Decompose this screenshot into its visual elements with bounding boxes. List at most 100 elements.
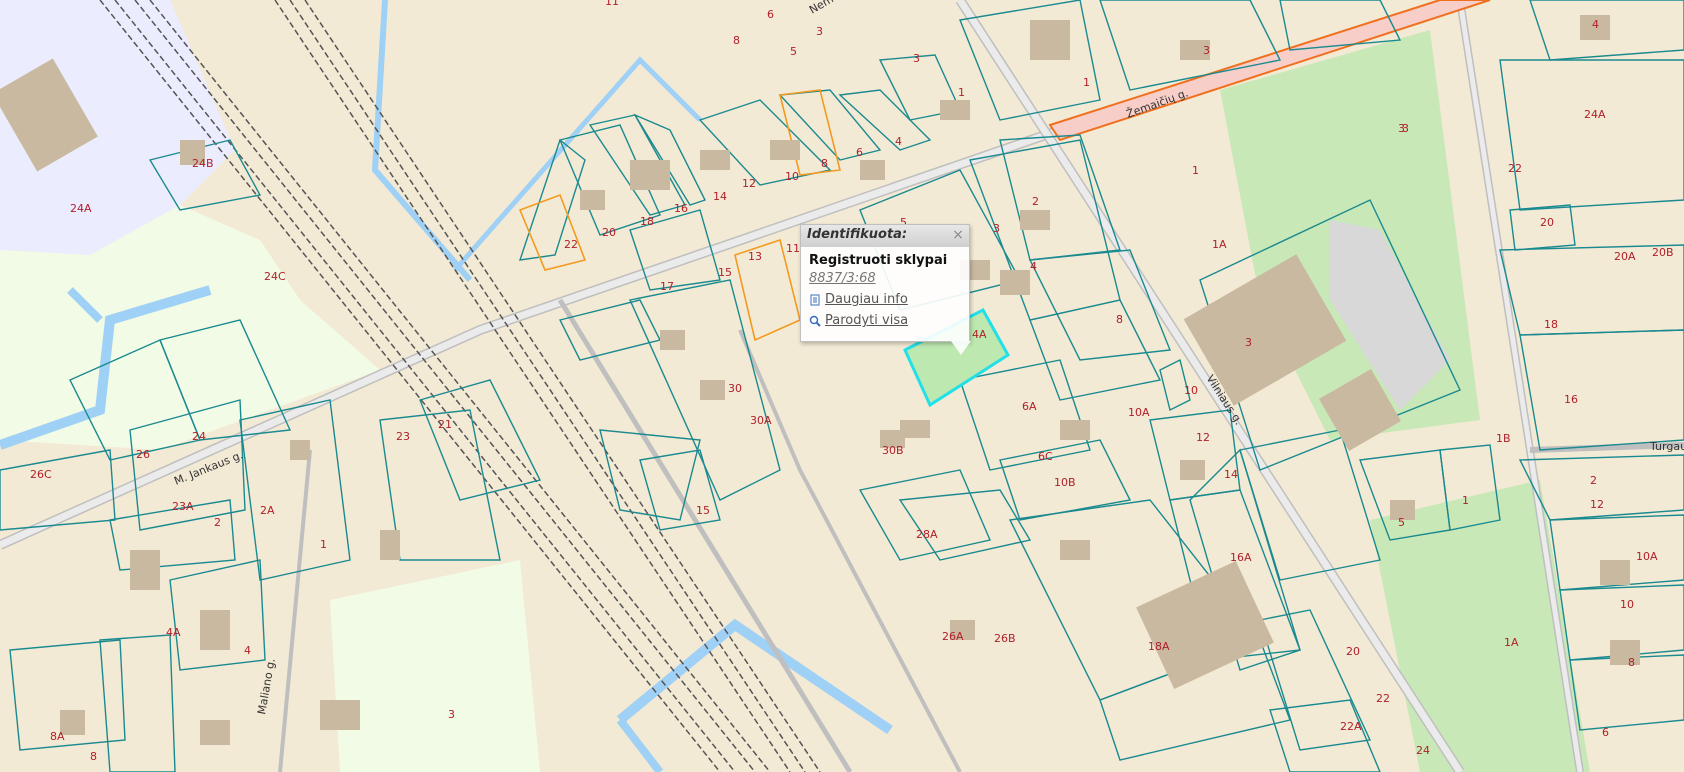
green-zone-2 (330, 560, 540, 772)
parcel-id-link[interactable]: 8837/3:68 (809, 271, 961, 286)
svg-text:24: 24 (1416, 744, 1430, 757)
svg-text:26B: 26B (994, 632, 1016, 645)
svg-text:20: 20 (1540, 216, 1554, 229)
svg-text:1: 1 (1192, 164, 1199, 177)
svg-text:16A: 16A (1230, 551, 1252, 564)
svg-text:4: 4 (1030, 260, 1037, 273)
svg-text:12: 12 (1196, 431, 1210, 444)
svg-text:3: 3 (993, 222, 1000, 235)
svg-text:14: 14 (713, 190, 727, 203)
svg-text:8: 8 (821, 157, 828, 170)
svg-text:26: 26 (136, 448, 150, 461)
svg-text:10A: 10A (1128, 406, 1150, 419)
svg-text:28A: 28A (916, 528, 938, 541)
popup-header: Identifikuota: (801, 225, 969, 247)
more-info-link[interactable]: Daugiau info (809, 292, 961, 307)
svg-text:5: 5 (1398, 516, 1405, 529)
svg-text:10: 10 (1184, 384, 1198, 397)
svg-text:17: 17 (660, 280, 674, 293)
svg-text:4: 4 (895, 135, 902, 148)
svg-text:22: 22 (564, 238, 578, 251)
svg-text:Nem: Nem (807, 0, 836, 17)
svg-text:2: 2 (1590, 474, 1597, 487)
svg-text:30B: 30B (882, 444, 904, 457)
svg-text:12: 12 (742, 177, 756, 190)
show-all-link[interactable]: Parodyti visa (809, 313, 961, 328)
svg-text:6A: 6A (1022, 400, 1037, 413)
svg-text:Maliano g.: Maliano g. (255, 657, 278, 715)
svg-text:8A: 8A (50, 730, 65, 743)
svg-text:16: 16 (674, 202, 688, 215)
svg-text:11: 11 (786, 242, 800, 255)
svg-text:24C: 24C (264, 270, 286, 283)
svg-text:16: 16 (1564, 393, 1578, 406)
svg-text:30: 30 (728, 382, 742, 395)
svg-text:1: 1 (1462, 494, 1469, 507)
svg-text:6C: 6C (1038, 450, 1053, 463)
svg-text:1: 1 (958, 86, 965, 99)
svg-text:3: 3 (913, 52, 920, 65)
svg-text:8: 8 (1628, 656, 1635, 669)
show-all-label: Parodyti visa (825, 313, 909, 328)
svg-text:20: 20 (1346, 645, 1360, 658)
svg-text:23: 23 (396, 430, 410, 443)
svg-text:15: 15 (696, 504, 710, 517)
svg-text:4A: 4A (166, 626, 181, 639)
svg-text:24A: 24A (70, 202, 92, 215)
svg-text:3: 3 (448, 708, 455, 721)
svg-text:Turgau: Turgau (1649, 440, 1684, 453)
svg-text:24: 24 (192, 430, 206, 443)
popup-body: Registruoti sklypai 8837/3:68 Daugiau in… (801, 247, 969, 334)
svg-text:8: 8 (90, 750, 97, 763)
svg-text:3: 3 (1245, 336, 1252, 349)
svg-text:20A: 20A (1614, 250, 1636, 263)
svg-text:3: 3 (816, 25, 823, 38)
svg-text:21: 21 (438, 418, 452, 431)
popup-pointer (951, 341, 971, 355)
svg-text:2: 2 (214, 516, 221, 529)
svg-text:1A: 1A (1212, 238, 1227, 251)
svg-text:10: 10 (785, 170, 799, 183)
map-canvas[interactable]: 11 6 8 5 3 3 1 24B 24A 24C 22 20 18 16 1… (0, 0, 1684, 772)
close-icon[interactable]: × (951, 228, 965, 242)
svg-text:6: 6 (856, 146, 863, 159)
more-info-label: Daugiau info (825, 292, 908, 307)
svg-text:4: 4 (1592, 18, 1599, 31)
svg-text:3: 3 (1402, 122, 1409, 135)
svg-text:12: 12 (1590, 498, 1604, 511)
svg-text:14: 14 (1224, 468, 1238, 481)
svg-text:20B: 20B (1652, 246, 1674, 259)
svg-text:8: 8 (733, 34, 740, 47)
magnifier-icon (809, 315, 821, 327)
svg-text:13: 13 (748, 250, 762, 263)
svg-text:4: 4 (244, 644, 251, 657)
svg-text:23A: 23A (172, 500, 194, 513)
svg-text:18: 18 (1544, 318, 1558, 331)
svg-text:1A: 1A (1504, 636, 1519, 649)
svg-text:1B: 1B (1496, 432, 1511, 445)
svg-text:22: 22 (1376, 692, 1390, 705)
svg-text:24B: 24B (192, 157, 214, 170)
svg-text:30A: 30A (750, 414, 772, 427)
svg-text:24A: 24A (1584, 108, 1606, 121)
svg-text:10B: 10B (1054, 476, 1076, 489)
popup-heading: Registruoti sklypai (809, 253, 948, 268)
svg-text:6: 6 (767, 8, 774, 21)
svg-text:8: 8 (1116, 313, 1123, 326)
svg-text:20: 20 (602, 226, 616, 239)
svg-text:1: 1 (1083, 76, 1090, 89)
svg-text:11: 11 (605, 0, 619, 8)
identify-popup: Identifikuota: × Registruoti sklypai 883… (800, 224, 971, 355)
svg-text:2: 2 (1032, 195, 1039, 208)
svg-text:3: 3 (1203, 44, 1210, 57)
svg-text:22A: 22A (1340, 720, 1362, 733)
map-svg[interactable]: 11 6 8 5 3 3 1 24B 24A 24C 22 20 18 16 1… (0, 0, 1684, 772)
svg-text:18A: 18A (1148, 640, 1170, 653)
svg-text:22: 22 (1508, 162, 1522, 175)
svg-text:26A: 26A (942, 630, 964, 643)
svg-text:5: 5 (790, 45, 797, 58)
svg-text:6: 6 (1602, 726, 1609, 739)
svg-text:18: 18 (640, 215, 654, 228)
svg-text:10: 10 (1620, 598, 1634, 611)
svg-text:26C: 26C (30, 468, 52, 481)
